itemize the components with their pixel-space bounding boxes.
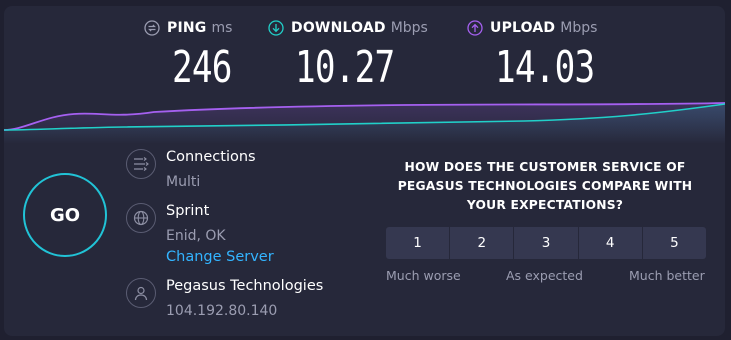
upload-value: 14.03 (495, 42, 595, 93)
server-location: Enid, OK (166, 228, 226, 244)
download-label: DOWNLOAD (291, 20, 386, 36)
ping-metric: PING ms 246 (144, 20, 233, 93)
download-arrow-icon (268, 20, 284, 36)
ping-unit: ms (211, 20, 233, 36)
upload-label: UPLOAD (490, 20, 556, 36)
speed-graph (4, 102, 725, 144)
ping-label: PING (167, 20, 207, 36)
ping-icon (144, 20, 160, 36)
ping-value: 246 (172, 42, 232, 93)
go-button-label: GO (49, 204, 81, 226)
survey-question: HOW DOES THE CUSTOMER SERVICE OF PEGASUS… (397, 160, 693, 212)
rating-option-1[interactable]: 1 (386, 227, 451, 259)
upload-metric: UPLOAD Mbps 14.03 (467, 20, 598, 93)
download-unit: Mbps (390, 20, 428, 36)
globe-icon (126, 203, 156, 233)
change-server-link[interactable]: Change Server (166, 249, 274, 265)
scale-mid-label: As expected (506, 268, 583, 283)
scale-low-label: Much worse (386, 268, 461, 283)
provider-name: Pegasus Technologies (166, 278, 324, 294)
go-button[interactable]: GO (23, 173, 107, 257)
server-isp: Sprint (166, 203, 210, 219)
scale-high-label: Much better (629, 268, 705, 283)
connections-title: Connections (166, 149, 256, 165)
rating-option-5[interactable]: 5 (642, 227, 707, 259)
download-metric: DOWNLOAD Mbps 10.27 (268, 20, 428, 93)
connections-icon (126, 149, 156, 179)
rating-option-2[interactable]: 2 (450, 227, 515, 259)
download-value: 10.27 (295, 42, 395, 93)
rating-option-3[interactable]: 3 (514, 227, 579, 259)
rating-scale: 1 2 3 4 5 (386, 227, 707, 259)
upload-arrow-icon (467, 20, 483, 36)
speedtest-panel: PING ms 246 DOWNLOAD Mbps 10.27 UPLOAD M… (4, 6, 725, 336)
upload-unit: Mbps (560, 20, 598, 36)
person-icon (126, 278, 156, 308)
ip-address: 104.192.80.140 (166, 303, 278, 319)
rating-option-4[interactable]: 4 (578, 227, 643, 259)
connections-value: Multi (166, 174, 201, 190)
